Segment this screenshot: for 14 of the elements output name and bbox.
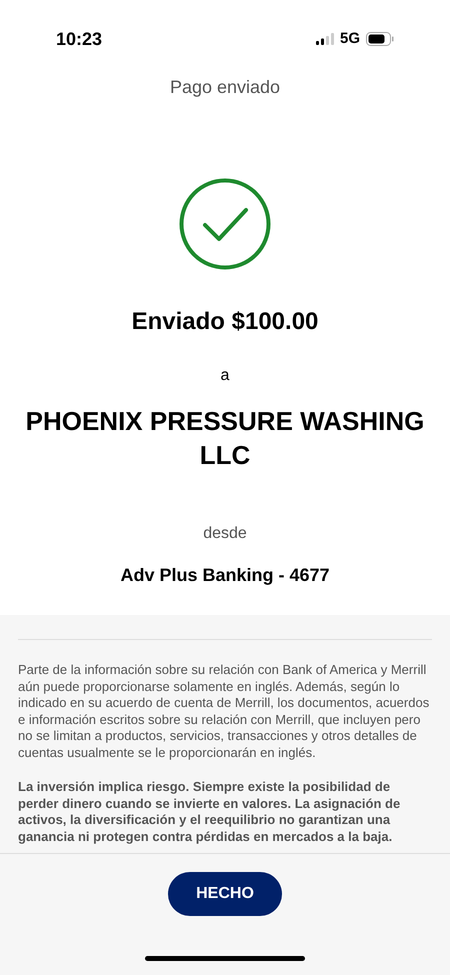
network-label: 5G xyxy=(340,28,360,49)
signal-icon xyxy=(316,33,334,45)
from-label: desde xyxy=(203,524,247,544)
check-circle-icon xyxy=(179,178,271,270)
battery-icon xyxy=(366,32,394,46)
account-name: Adv Plus Banking - 4677 xyxy=(120,564,330,587)
done-button[interactable]: HECHO xyxy=(168,872,282,916)
amount-sent: Enviado $100.00 xyxy=(132,307,318,337)
payee-name: PHOENIX PRESSURE WASHING LLC xyxy=(24,405,426,472)
screen-title: Pago enviado xyxy=(170,76,280,99)
to-label: a xyxy=(220,366,230,386)
disclaimer-paragraph: Parte de la información sobre su relación con Bank of America y Merrill aún puede proporcionarse solamente en inglés. Además, según lo indicado en su acuerdo de cuenta de Merrill, los documentos, acuerdos e información escritos sobre su relación con Merrill, que incluyen pero no se limitan a productos, servicios, transacciones y otros detalles de cuentas usualmente se le proporcionarán en inglés. xyxy=(18,662,430,761)
status-time: 10:23 xyxy=(56,28,102,50)
disclaimer-paragraph: La inversión implica riesgo. Siempre existe la posibilidad de perder dinero cuando se invierte en valores. La asignación de activos, la diversificación y el reequilibrio no garantizan una ganancia ni protegen contra pérdidas en mercados a la baja. xyxy=(18,779,402,845)
